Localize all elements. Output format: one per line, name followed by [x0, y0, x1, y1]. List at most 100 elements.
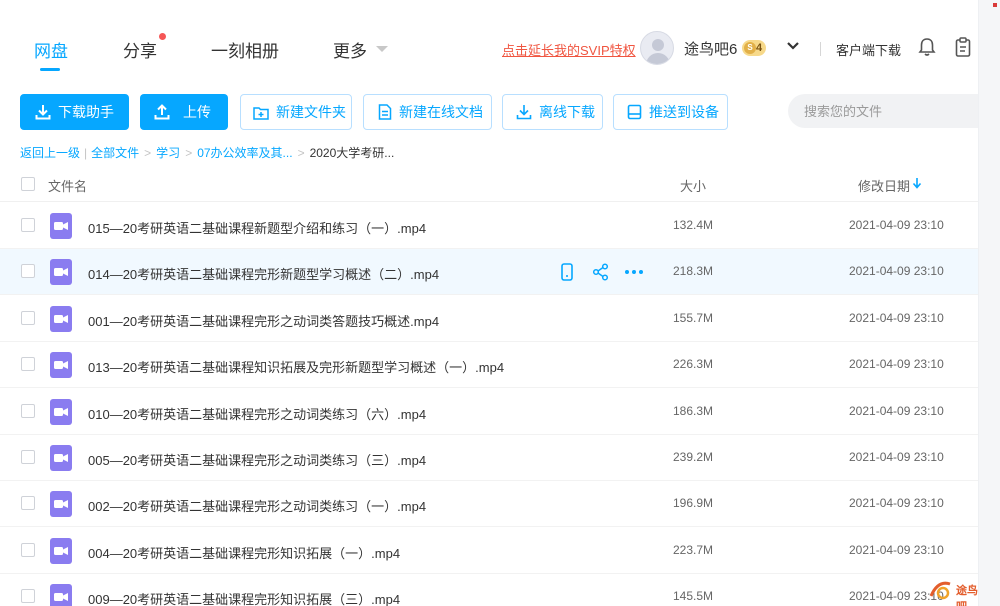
breadcrumb-all-files[interactable]: 全部文件	[91, 144, 139, 161]
window-corner-marker	[993, 3, 997, 7]
clipboard-icon[interactable]	[953, 36, 973, 58]
breadcrumb-separator: >	[185, 146, 193, 160]
svip-renew-link[interactable]: 点击延长我的SVIP特权	[502, 40, 636, 59]
breadcrumb-study[interactable]: 学习	[156, 144, 180, 161]
more-dropdown-icon[interactable]	[376, 46, 388, 52]
search-input[interactable]	[788, 94, 978, 128]
file-name[interactable]: 013—20考研英语二基础课程知识拓展及完形新题型学习概述（一）.mp4	[88, 357, 504, 376]
file-name[interactable]: 010—20考研英语二基础课程完形之动词类练习（六）.mp4	[88, 404, 426, 423]
file-row[interactable]: 001—20考研英语二基础课程完形之动词类答题技巧概述.mp4 155.7M 202…	[0, 296, 978, 342]
tab-album[interactable]: 一刻相册	[211, 37, 279, 62]
video-file-icon	[50, 445, 72, 471]
file-name[interactable]: 004—20考研英语二基础课程完形知识拓展（一）.mp4	[88, 543, 400, 562]
row-checkbox[interactable]	[21, 542, 35, 557]
share-icon[interactable]	[592, 263, 609, 281]
header-modified[interactable]: 修改日期	[858, 176, 910, 195]
upload-label: 上传	[183, 104, 211, 120]
file-size: 196.9M	[672, 496, 713, 511]
file-row[interactable]: 015—20考研英语二基础课程新题型介绍和练习（一）.mp4 132.4M 2021…	[0, 203, 978, 249]
download-helper-button[interactable]: 下载助手	[20, 94, 129, 130]
watermark-logo-icon	[929, 581, 951, 600]
upload-button[interactable]: 上传	[140, 94, 228, 130]
row-checkbox[interactable]	[21, 264, 35, 279]
tab-share[interactable]: 分享	[123, 37, 157, 62]
file-size: 226.3M	[672, 357, 713, 372]
download-helper-label: 下载助手	[58, 104, 114, 120]
new-folder-button[interactable]: 新建文件夹	[240, 94, 352, 130]
file-name[interactable]: 005—20考研英语二基础课程完形之动词类练习（三）.mp4	[88, 450, 426, 469]
video-file-icon	[50, 398, 72, 425]
breadcrumb-office[interactable]: 07办公效率及其...	[197, 144, 292, 161]
offline-download-button[interactable]: 离线下载	[502, 94, 603, 130]
row-checkbox[interactable]	[21, 357, 35, 372]
row-actions[interactable]	[560, 263, 650, 282]
more-icon[interactable]	[625, 270, 643, 275]
file-modified-date: 2021-04-09 23:10	[849, 403, 944, 418]
file-row[interactable]: 009—20考研英语二基础课程完形知识拓展（三）.mp4 145.5M 2021-0…	[0, 574, 978, 606]
video-file-icon	[50, 584, 72, 606]
file-modified-date: 2021-04-09 23:10	[849, 542, 944, 557]
svip-icon: S	[744, 42, 756, 54]
breadcrumb-separator: >	[144, 146, 152, 160]
tab-more[interactable]: 更多	[333, 37, 367, 62]
file-row[interactable]: 010—20考研英语二基础课程完形之动词类练习（六）.mp4 186.3M 2021…	[0, 389, 978, 435]
breadcrumb-current: 2020大学考研...	[309, 146, 395, 160]
row-checkbox[interactable]	[21, 589, 35, 604]
file-row[interactable]: 014—20考研英语二基础课程完形新题型学习概述（二）.mp4 218.3M 202…	[0, 249, 978, 296]
file-name[interactable]: 015—20考研英语二基础课程新题型介绍和练习（一）.mp4	[88, 218, 426, 237]
document-icon	[378, 104, 392, 120]
row-checkbox[interactable]	[21, 450, 35, 464]
window-right-edge	[978, 0, 1000, 606]
download-icon	[35, 105, 51, 120]
phone-icon[interactable]	[561, 263, 573, 282]
file-size: 155.7M	[672, 310, 713, 325]
file-row[interactable]: 013—20考研英语二基础课程知识拓展及完形新题型学习概述（一）.mp4 226.…	[0, 342, 978, 389]
select-all-checkbox[interactable]	[21, 177, 35, 191]
breadcrumb-back[interactable]: 返回上一级	[20, 144, 80, 161]
breadcrumb-separator: >	[297, 146, 305, 160]
file-size: 223.7M	[672, 542, 713, 557]
video-file-icon	[50, 259, 72, 286]
breadcrumb: 返回上一级 | 全部文件 > 学习 >07办公效率及其... >2020大学考研...	[20, 144, 394, 161]
file-row[interactable]: 002—20考研英语二基础课程完形之动词类练习（一）.mp4 196.9M 2021…	[0, 481, 978, 528]
file-name[interactable]: 014—20考研英语二基础课程完形新题型学习概述（二）.mp4	[88, 264, 439, 283]
video-file-icon	[50, 491, 72, 518]
file-size: 186.3M	[672, 403, 713, 418]
video-file-icon	[50, 305, 72, 332]
header-filename[interactable]: 文件名	[48, 176, 87, 195]
offline-download-icon	[516, 105, 532, 120]
file-name[interactable]: 009—20考研英语二基础课程完形知识拓展（三）.mp4	[88, 589, 400, 606]
tab-netdisk[interactable]: 网盘	[34, 37, 68, 62]
row-checkbox[interactable]	[21, 310, 35, 325]
new-online-doc-label: 新建在线文档	[399, 104, 483, 120]
row-checkbox[interactable]	[21, 403, 35, 418]
active-tab-underline	[40, 68, 60, 71]
video-file-icon	[50, 213, 72, 239]
file-size: 132.4M	[672, 218, 713, 232]
video-file-icon	[50, 537, 72, 564]
row-checkbox[interactable]	[21, 496, 35, 511]
file-modified-date: 2021-04-09 23:10	[849, 264, 944, 279]
sort-desc-icon[interactable]	[912, 176, 922, 190]
breadcrumb-divider: |	[84, 146, 88, 160]
chevron-down-icon[interactable]	[786, 36, 800, 56]
row-checkbox[interactable]	[21, 218, 35, 232]
share-notification-dot	[159, 33, 166, 40]
header-size[interactable]: 大小	[680, 176, 706, 195]
client-download-link[interactable]: 客户端下载	[836, 40, 901, 59]
vip-level-number: 4	[756, 42, 763, 54]
file-name[interactable]: 001—20考研英语二基础课程完形之动词类答题技巧概述.mp4	[88, 311, 439, 330]
file-modified-date: 2021-04-09 23:10	[849, 496, 944, 511]
new-online-doc-button[interactable]: 新建在线文档	[363, 94, 492, 130]
file-name[interactable]: 002—20考研英语二基础课程完形之动词类练习（一）.mp4	[88, 496, 426, 515]
bell-icon[interactable]	[917, 36, 937, 58]
file-row[interactable]: 004—20考研英语二基础课程完形知识拓展（一）.mp4 223.7M 2021-0…	[0, 528, 978, 574]
push-to-device-button[interactable]: 推送到设备	[613, 94, 728, 130]
file-row[interactable]: 005—20考研英语二基础课程完形之动词类练习（三）.mp4 239.2M 2021…	[0, 435, 978, 481]
username[interactable]: 途鸟吧6	[684, 38, 737, 59]
window-top-strip	[0, 0, 1000, 24]
vip-level-badge: S4	[742, 40, 767, 56]
file-size: 218.3M	[672, 264, 713, 279]
new-folder-label: 新建文件夹	[276, 104, 346, 120]
avatar[interactable]	[640, 31, 674, 65]
